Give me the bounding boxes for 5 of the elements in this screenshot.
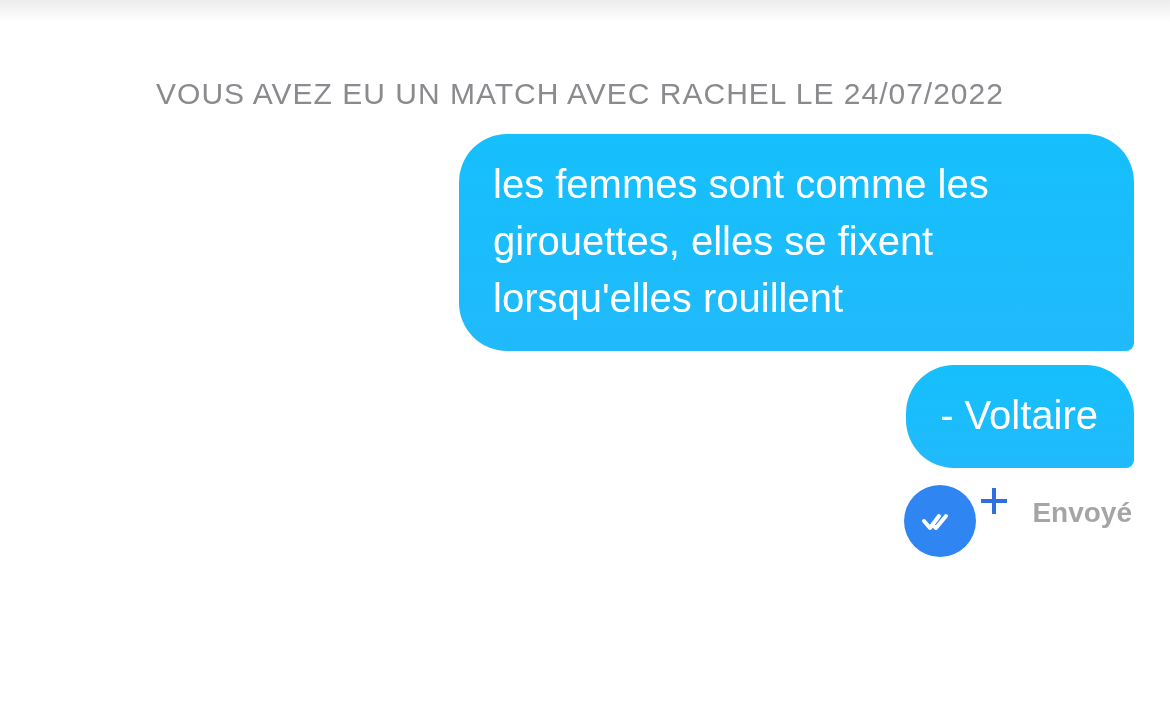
match-notice: VOUS AVEZ EU UN MATCH AVEC RACHEL LE 24/07/2022: [155, 76, 1005, 112]
message-bubble: les femmes sont comme les girouettes, elles se fixent lorsqu'elles rouillent: [459, 134, 1134, 351]
sent-status: Envoyé: [1032, 496, 1132, 530]
read-receipt-icon: [904, 484, 1009, 558]
message-bubble: - Voltaire: [906, 365, 1134, 468]
